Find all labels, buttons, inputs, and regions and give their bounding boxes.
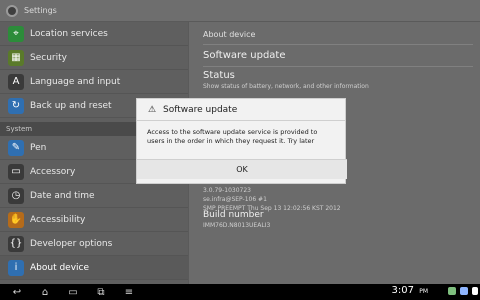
sidebar-item-label: Security bbox=[30, 52, 67, 63]
backup-icon: ↻ bbox=[8, 97, 24, 114]
info-icon: i bbox=[8, 259, 24, 276]
sidebar-item-label: Location services bbox=[30, 28, 108, 39]
keyboard-icon: A bbox=[8, 73, 24, 90]
sidebar-item-label: Pen bbox=[30, 142, 47, 153]
location-icon: ⌖ bbox=[8, 25, 24, 42]
ok-button[interactable]: OK bbox=[137, 159, 347, 179]
build-number-item: Build number IMM76D.N8013UEALI3 bbox=[203, 210, 473, 229]
software-update-label: Software update bbox=[203, 50, 286, 61]
warning-icon: ⚠ bbox=[147, 104, 157, 115]
accessory-icon: ▭ bbox=[8, 163, 24, 180]
kernel-version-text: 3.0.79-1030723 se.infra@SEP-106 #1 SMP P… bbox=[203, 186, 463, 213]
clock-time: 3:07 bbox=[391, 285, 415, 296]
sidebar-item-accessibility[interactable]: ✋ Accessibility bbox=[0, 208, 188, 232]
sidebar-item-security[interactable]: ▦ Security bbox=[0, 46, 188, 70]
sidebar-item-label: About device bbox=[30, 262, 90, 273]
details-header: About device bbox=[203, 30, 256, 39]
lock-icon: ▦ bbox=[8, 49, 24, 66]
battery-icon bbox=[472, 287, 478, 295]
sidebar-item-location-services[interactable]: ⌖ Location services bbox=[0, 22, 188, 46]
dialog-message: Access to the software update service is… bbox=[147, 128, 318, 145]
clock-icon: ◷ bbox=[8, 187, 24, 204]
build-number-title: Build number bbox=[203, 210, 264, 220]
clock-ampm: PM bbox=[419, 288, 428, 295]
software-update-item[interactable]: Software update bbox=[203, 50, 473, 61]
settings-gear-icon bbox=[6, 4, 18, 17]
pen-icon: ✎ bbox=[8, 139, 24, 156]
braces-icon: {} bbox=[8, 235, 24, 252]
status-title: Status bbox=[203, 70, 235, 81]
sidebar-item-date-time[interactable]: ◷ Date and time bbox=[0, 184, 188, 208]
status-subtitle: Show status of battery, network, and oth… bbox=[203, 83, 369, 90]
sidebar-item-label: Back up and reset bbox=[30, 100, 112, 111]
sidebar-item-label: Accessibility bbox=[30, 214, 86, 225]
window-title: Settings bbox=[24, 6, 57, 15]
sidebar-item-language-input[interactable]: A Language and input bbox=[0, 70, 188, 94]
notification-icon bbox=[448, 287, 456, 295]
home-icon[interactable]: ⌂ bbox=[34, 286, 56, 298]
divider bbox=[203, 66, 473, 67]
system-navigation-bar: ↩ ⌂ ▭ ⧉ ≡ 3:07 PM bbox=[0, 284, 480, 300]
sidebar-item-label: Developer options bbox=[30, 238, 113, 249]
status-item[interactable]: Status Show status of battery, network, … bbox=[203, 70, 473, 90]
kernel-line: se.infra@SEP-106 #1 bbox=[203, 196, 267, 203]
sidebar-item-label: Language and input bbox=[30, 76, 121, 87]
status-clock: 3:07 PM bbox=[392, 285, 428, 296]
sidebar-item-label: Accessory bbox=[30, 166, 76, 177]
dialog-header: ⚠ Software update bbox=[137, 99, 345, 121]
top-bar: Settings bbox=[0, 0, 480, 22]
screenshot-icon[interactable]: ⧉ bbox=[90, 286, 112, 298]
settings-screen: Settings ⌖ Location services ▦ Security … bbox=[0, 0, 480, 284]
menu-icon[interactable]: ≡ bbox=[118, 286, 140, 298]
wifi-icon bbox=[460, 287, 468, 295]
kernel-line: 3.0.79-1030723 bbox=[203, 187, 251, 194]
software-update-dialog: ⚠ Software update Access to the software… bbox=[136, 98, 347, 184]
hand-icon: ✋ bbox=[8, 211, 24, 228]
build-number-value: IMM76D.N8013UEALI3 bbox=[203, 222, 271, 229]
recent-apps-icon[interactable]: ▭ bbox=[62, 286, 84, 298]
dialog-title: Software update bbox=[163, 104, 238, 115]
sidebar-item-label: Date and time bbox=[30, 190, 95, 201]
back-icon[interactable]: ↩ bbox=[6, 286, 28, 298]
divider bbox=[203, 44, 473, 45]
sidebar-item-about-device[interactable]: i About device bbox=[0, 256, 188, 280]
sidebar-item-developer-options[interactable]: {} Developer options bbox=[0, 232, 188, 256]
